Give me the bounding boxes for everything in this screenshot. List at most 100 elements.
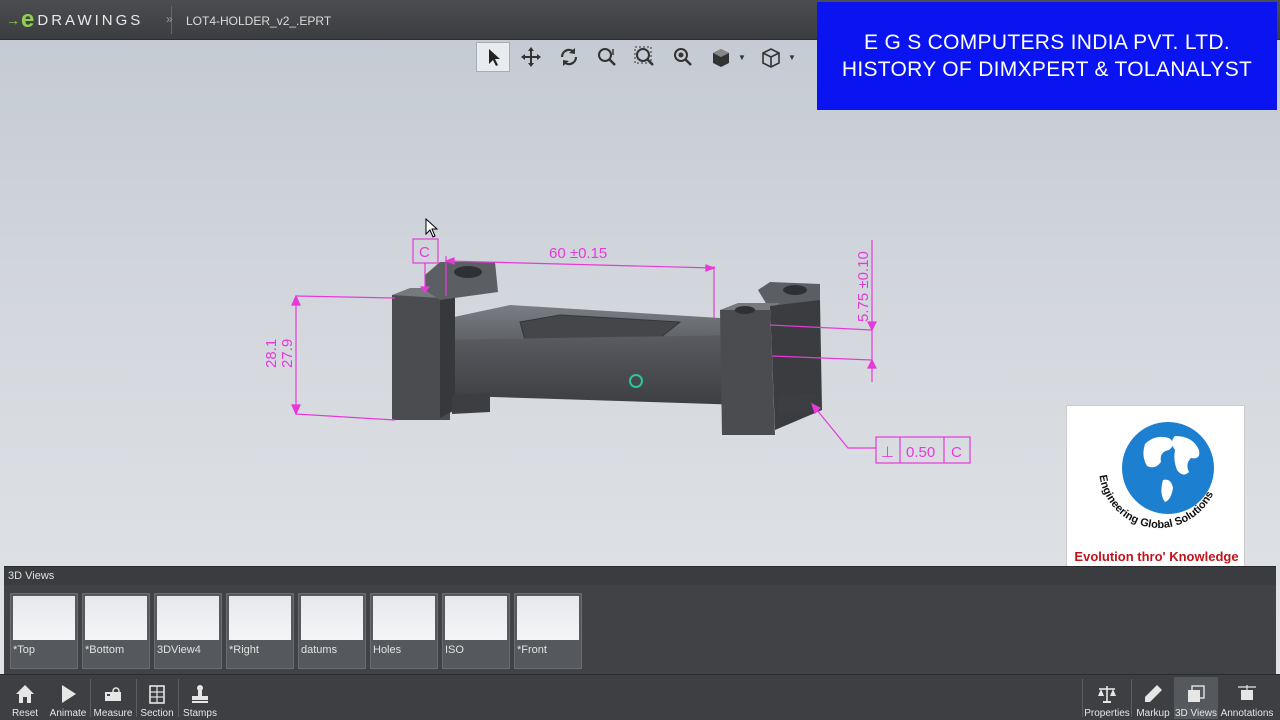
view-thumb-label: *Top [13, 644, 36, 656]
properties-label: Properties [1084, 708, 1130, 719]
view-thumb-label: datums [301, 644, 338, 656]
datum-c-label: C [419, 244, 430, 261]
rotate-icon [560, 48, 578, 66]
gtol-value: 0.50 [906, 444, 935, 461]
banner-line-1: E G S COMPUTERS INDIA PVT. LTD. [864, 31, 1230, 54]
dim-left-1-label: 28.1 [263, 339, 280, 368]
stamps-label: Stamps [183, 708, 217, 719]
toolbar-divider [1082, 679, 1083, 717]
egs-logo-card: Engineering Global Solutions Evolution t… [1066, 405, 1245, 583]
view-thumb-image [301, 596, 363, 640]
globe-logo: Engineering Global Solutions [1096, 422, 1216, 531]
measure-button[interactable]: Measure [92, 677, 134, 719]
view-thumb-front[interactable]: *Front [514, 593, 582, 669]
views-thumbnails: *Top *Bottom 3DView4 *Right datums Holes… [10, 593, 586, 669]
bottom-toolbar: Reset Animate Measure Section Stamps Pro… [0, 674, 1280, 720]
company-banner: E G S COMPUTERS INDIA PVT. LTD. HISTORY … [817, 2, 1277, 110]
dim-horizontal-label: 60 ±0.15 [549, 245, 607, 262]
zoom-fit-button[interactable] [666, 42, 700, 72]
view-thumb-label: *Bottom [85, 644, 125, 656]
reset-button[interactable]: Reset [8, 677, 42, 719]
logo-arrow-icon: → [6, 12, 20, 28]
logo-text: DRAWINGS [37, 11, 144, 29]
view-thumb-datums[interactable]: datums [298, 593, 366, 669]
views-panel: 3D Views *Top *Bottom 3DView4 *Right dat… [4, 566, 1276, 674]
measure-icon [105, 687, 121, 701]
breadcrumb-chevron-icon: » [166, 12, 173, 26]
view-thumb-label: 3DView4 [157, 644, 201, 656]
cube-icon [762, 48, 780, 68]
view-thumb-image [85, 596, 147, 640]
markup-button[interactable]: Markup [1133, 677, 1173, 719]
gtol-symbol: ⊥ [881, 444, 894, 461]
home-icon [16, 685, 34, 703]
reset-label: Reset [11, 708, 39, 719]
mouse-cursor-icon [425, 218, 439, 238]
toolbar-divider [90, 679, 91, 717]
view-thumb-label: *Right [229, 644, 259, 656]
view-thumb-top[interactable]: *Top [10, 593, 78, 669]
display-style-button[interactable] [704, 42, 738, 72]
section-button[interactable]: Section [138, 677, 176, 719]
dim-vertical-right-label: 5.75 ±0.10 [855, 251, 872, 322]
banner-line-2: HISTORY OF DIMXPERT & TOLANALYST [841, 58, 1253, 81]
stamp-icon [192, 685, 208, 703]
toolbar-divider [136, 679, 137, 717]
logo-tagline: Evolution thro' Knowledge [1074, 549, 1239, 564]
standard-views-dropdown-icon[interactable]: ▼ [788, 53, 798, 62]
zoom-icon [598, 48, 616, 66]
properties-button[interactable]: Properties [1084, 677, 1130, 719]
logo-mark: e [21, 6, 35, 33]
display-style-icon [713, 49, 729, 67]
scale-icon [1098, 686, 1116, 703]
stamps-button[interactable]: Stamps [180, 677, 220, 719]
view-thumb-bottom[interactable]: *Bottom [82, 593, 150, 669]
view-thumb-label: ISO [445, 644, 464, 656]
select-tool-button[interactable] [476, 42, 510, 72]
arrow-pointer-icon [489, 49, 500, 66]
measure-label: Measure [93, 708, 133, 719]
view-thumb-label: Holes [373, 644, 402, 656]
rotate-tool-button[interactable] [552, 42, 586, 72]
view-thumb-image [157, 596, 219, 640]
3d-views-button[interactable]: 3D Views [1174, 677, 1218, 719]
section-icon [149, 685, 165, 704]
zoom-area-icon [634, 46, 654, 66]
views-panel-header: 3D Views [4, 567, 1276, 585]
gtol-datum: C [951, 444, 962, 461]
pan-arrows-icon [521, 47, 541, 67]
animate-button[interactable]: Animate [48, 677, 88, 719]
view-thumb-image [373, 596, 435, 640]
view-thumb-image [517, 596, 579, 640]
3d-views-label: 3D Views [1174, 708, 1218, 719]
view-thumb-image [229, 596, 291, 640]
section-label: Section [140, 708, 174, 719]
dim-left-2-label: 27.9 [279, 339, 296, 368]
view-thumb-image [445, 596, 507, 640]
view-thumb-label: *Front [517, 644, 547, 656]
toolbar-divider [178, 679, 179, 717]
pen-icon [1145, 685, 1162, 702]
display-style-dropdown-icon[interactable]: ▼ [738, 53, 748, 62]
part-model[interactable] [392, 262, 822, 435]
view-thumb-iso[interactable]: ISO [442, 593, 510, 669]
zoom-area-button[interactable] [628, 42, 662, 72]
zoom-fit-icon [674, 48, 692, 66]
zoom-tool-button[interactable] [590, 42, 624, 72]
toolbar-divider [1131, 679, 1132, 717]
view-thumb-3dview4[interactable]: 3DView4 [154, 593, 222, 669]
annotations-button[interactable]: Annotations [1219, 677, 1275, 719]
annotations-label: Annotations [1220, 708, 1274, 719]
view-thumb-right[interactable]: *Right [226, 593, 294, 669]
view-thumb-holes[interactable]: Holes [370, 593, 438, 669]
markup-label: Markup [1136, 708, 1170, 719]
standard-views-button[interactable] [754, 42, 788, 72]
annotations-icon [1238, 685, 1256, 700]
edrawings-logo: → e DRAWINGS [6, 6, 172, 34]
views-icon [1188, 685, 1205, 702]
view-thumb-image [13, 596, 75, 640]
view-toolbar: ▼ ▼ [476, 42, 804, 72]
pan-tool-button[interactable] [514, 42, 548, 72]
play-icon [62, 685, 76, 703]
file-name: LOT4-HOLDER_v2_.EPRT [186, 14, 332, 28]
